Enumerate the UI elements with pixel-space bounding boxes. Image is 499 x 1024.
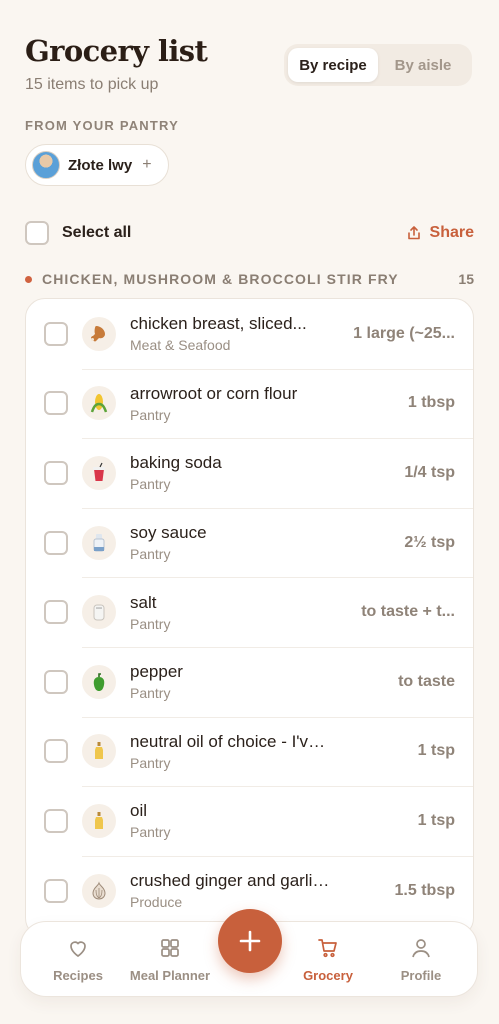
list-item[interactable]: arrowroot or corn flour Pantry 1 tbsp (26, 368, 473, 439)
nav-recipes[interactable]: Recipes (33, 936, 123, 983)
item-category: Pantry (130, 406, 171, 423)
list-item[interactable]: oil Pantry 1 tsp (26, 786, 473, 856)
cup-icon (82, 455, 116, 490)
nav-meal-planner[interactable]: Meal Planner (125, 936, 215, 983)
item-checkbox[interactable] (44, 321, 68, 346)
pantry-label: FROM YOUR PANTRY (25, 118, 180, 133)
item-quantity: 1 large (~25... (353, 324, 455, 342)
item-quantity: 1 tsp (417, 811, 455, 829)
item-checkbox[interactable] (44, 739, 68, 764)
item-checkbox[interactable] (44, 669, 68, 694)
pantry-avatar (32, 151, 60, 179)
item-name: chicken breast, sliced... (130, 314, 307, 334)
nav-profile-label: Profile (400, 968, 442, 983)
nav-grocery[interactable]: Grocery (283, 936, 373, 983)
corn-icon (82, 386, 116, 421)
item-category: Meat & Seafood (130, 337, 231, 354)
bell-pepper-icon (82, 664, 116, 699)
item-quantity: 1.5 tbsp (394, 881, 455, 899)
item-quantity: 1 tbsp (407, 394, 455, 412)
list-item[interactable]: salt Pantry to taste + t... (26, 577, 473, 647)
page-title: Grocery list (25, 34, 208, 68)
item-category: Pantry (130, 685, 171, 702)
item-quantity: to taste + t... (361, 603, 455, 621)
item-name: arrowroot or corn flour (130, 383, 298, 403)
list-item[interactable]: neutral oil of choice - I've used... Pan… (26, 716, 473, 787)
bottle-icon (82, 525, 116, 560)
item-name: neutral oil of choice - I've used... (130, 731, 330, 751)
item-quantity: 1 tsp (417, 742, 455, 760)
item-name: pepper (130, 662, 183, 682)
item-checkbox[interactable] (44, 391, 68, 416)
recipe-section-header: CHICKEN, MUSHROOM & BROCCOLI STIR FRY 15 (25, 270, 474, 288)
toggle-by-recipe[interactable]: By recipe (288, 48, 378, 82)
person-icon (412, 939, 430, 958)
toggle-by-aisle[interactable]: By aisle (378, 48, 468, 82)
item-category: Pantry (130, 754, 171, 771)
oil-bottle-icon (82, 803, 116, 838)
item-name: soy sauce (130, 523, 207, 543)
drumstick-icon (82, 316, 116, 351)
item-checkbox[interactable] (44, 600, 68, 625)
select-all-row: Select all Share (25, 220, 474, 246)
add-button[interactable] (218, 909, 282, 973)
item-category: Pantry (130, 546, 171, 563)
section-count: 15 (458, 271, 474, 287)
garlic-icon (82, 873, 116, 908)
cart-icon (318, 939, 337, 958)
item-name: crushed ginger and garlic (... (130, 871, 330, 891)
item-name: oil (130, 801, 148, 821)
nav-meal-planner-label: Meal Planner (129, 968, 211, 983)
nav-profile[interactable]: Profile (376, 936, 466, 983)
item-checkbox[interactable] (44, 808, 68, 833)
item-checkbox[interactable] (44, 530, 68, 555)
page-subtitle: 15 items to pick up (25, 76, 159, 93)
select-all-label[interactable]: Select all (62, 224, 131, 242)
pantry-chip-add: + (142, 156, 152, 173)
oil-bottle-icon (82, 734, 116, 769)
share-label: Share (429, 224, 474, 241)
item-checkbox[interactable] (44, 460, 68, 485)
share-button[interactable]: Share (406, 224, 474, 242)
item-category: Pantry (130, 476, 171, 493)
pantry-chip[interactable]: Złote lwy + (25, 144, 169, 186)
heart-icon (70, 941, 86, 958)
list-item[interactable]: baking soda Pantry 1/4 tsp (26, 438, 473, 508)
list-item[interactable]: chicken breast, sliced... Meat & Seafood… (26, 299, 473, 369)
item-quantity: 1/4 tsp (404, 463, 455, 481)
item-category: Pantry (130, 615, 171, 632)
item-checkbox[interactable] (44, 878, 68, 903)
list-item[interactable]: soy sauce Pantry 2½ tsp (26, 507, 473, 578)
select-all-checkbox[interactable] (25, 221, 49, 245)
share-icon (407, 226, 420, 240)
salt-shaker-icon (82, 595, 116, 630)
item-quantity: 2½ tsp (404, 533, 455, 551)
section-title: CHICKEN, MUSHROOM & BROCCOLI STIR FRY (42, 271, 399, 287)
item-name: baking soda (130, 453, 222, 473)
ingredient-list: chicken breast, sliced... Meat & Seafood… (25, 298, 474, 938)
item-category: Produce (130, 894, 183, 911)
item-quantity: to taste (398, 672, 455, 690)
list-item[interactable]: pepper Pantry to taste (26, 646, 473, 717)
section-dot (25, 275, 32, 283)
item-name: salt (130, 592, 157, 612)
grid-icon (161, 939, 179, 957)
view-toggle: By recipe By aisle (284, 44, 472, 86)
nav-recipes-label: Recipes (53, 968, 103, 983)
item-category: Pantry (130, 824, 171, 841)
pantry-chip-label: Złote lwy (68, 156, 133, 174)
nav-grocery-label: Grocery (303, 968, 353, 983)
plus-icon (239, 930, 261, 952)
